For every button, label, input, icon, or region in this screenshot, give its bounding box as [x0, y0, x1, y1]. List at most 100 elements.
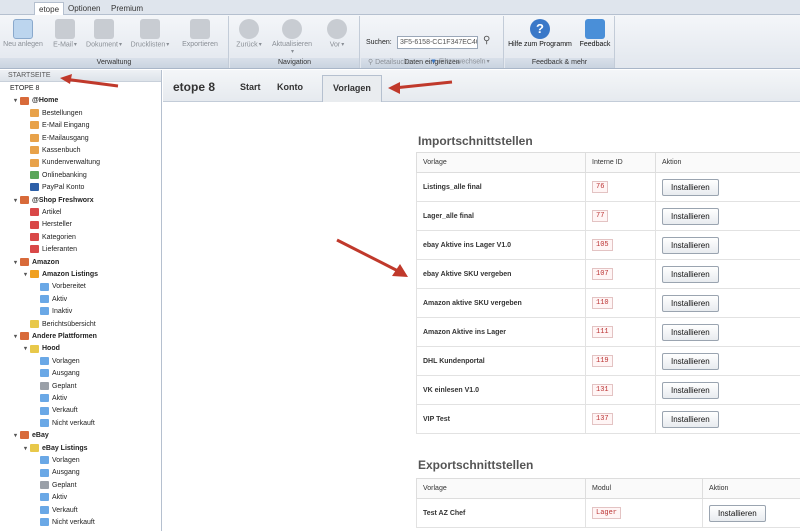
aktion-cell: Installieren: [655, 172, 800, 202]
sidebar-item[interactable]: Ausgang: [34, 467, 80, 479]
drucklisten-label: Drucklisten: [130, 41, 166, 49]
sidebar-tree: STARTSEITE ETOPE 8 ▾ @Home Bestellungen E-Ma…: [0, 70, 162, 531]
sidebar-item[interactable]: Aktiv: [34, 393, 67, 405]
search-input[interactable]: 3F5-6158-CC1F347EC400: [397, 36, 478, 49]
installieren-button[interactable]: Installieren: [662, 207, 719, 225]
zurueck-button[interactable]: Zurück▾: [232, 19, 266, 48]
sidebar-item[interactable]: Inaktiv: [34, 306, 72, 318]
exportieren-button[interactable]: Exportieren: [178, 19, 222, 48]
shop-icon: [30, 220, 39, 229]
table-row: VIP Test 137 Installieren: [416, 404, 800, 434]
feedback-button[interactable]: Feedback: [577, 19, 613, 48]
paypal-icon: [30, 183, 39, 192]
folder-icon: [40, 456, 49, 465]
sidebar-item[interactable]: Aktiv: [34, 492, 67, 504]
sidebar-item[interactable]: ▾ Andere Plattformen: [14, 331, 97, 343]
sidebar-item[interactable]: Vorlagen: [34, 455, 80, 467]
sidebar-item[interactable]: Berichtsübersicht: [24, 319, 96, 331]
sidebar-item[interactable]: ▾ @Home: [14, 95, 58, 107]
id-cell: 105: [585, 230, 656, 260]
column-header-vorlage: Vorlage: [416, 152, 586, 173]
aktualisieren-button[interactable]: Aktualisieren▾: [270, 19, 314, 55]
listing-icon: [30, 443, 39, 452]
sidebar-item[interactable]: ▾ Amazon: [14, 257, 59, 269]
sidebar-item[interactable]: Geplant: [34, 480, 77, 492]
installieren-button[interactable]: Installieren: [709, 504, 766, 522]
vorlage-cell: Amazon Aktive ins Lager: [416, 317, 586, 347]
ribbon-tab-etope[interactable]: etope: [34, 2, 65, 16]
ribbon-tab-optionen[interactable]: Optionen: [64, 2, 104, 15]
sidebar-item[interactable]: Bestellungen: [24, 108, 82, 120]
sidebar-item[interactable]: ▾ @Shop Freshworx: [14, 195, 94, 207]
sidebar-item-label: Ausgang: [52, 469, 80, 477]
column-header-modul: Modul: [585, 478, 703, 499]
neu-anlegen-button[interactable]: Neu anlegen: [2, 19, 44, 48]
tab-start[interactable]: Start: [240, 82, 261, 92]
house-icon: [20, 195, 29, 204]
sidebar-item-label: Ausgang: [52, 370, 80, 378]
sidebar-item[interactable]: Hersteller: [24, 219, 72, 231]
dokument-button[interactable]: Dokument▾: [85, 19, 123, 48]
sidebar-item[interactable]: PayPal Konto: [24, 182, 84, 194]
sidebar-item-label: Amazon: [32, 258, 60, 266]
annotation-arrow-vorlagen: [388, 80, 453, 94]
hilfe-button[interactable]: ? Hilfe zum Programm: [507, 19, 573, 48]
sidebar-item-label: Verkauft: [52, 506, 78, 514]
speech-bubble-icon: [585, 19, 605, 39]
sidebar-item-label: Verkauft: [52, 407, 78, 415]
vor-label: Vor: [329, 41, 341, 49]
sidebar-item[interactable]: ▾ eBay Listings: [24, 443, 88, 455]
sidebar-item[interactable]: Onlinebanking: [24, 170, 87, 182]
sidebar-item-label: Onlinebanking: [42, 171, 87, 179]
filter-wechseln-button[interactable]: ▼ Filter wechseln▾: [430, 58, 490, 65]
sidebar-item-label: Nicht verkauft: [52, 519, 95, 526]
installieren-button[interactable]: Installieren: [662, 294, 719, 312]
vor-button[interactable]: Vor▾: [320, 19, 354, 48]
installieren-button[interactable]: Installieren: [662, 410, 719, 428]
sidebar-item[interactable]: Kassenbuch: [24, 145, 81, 157]
sidebar-item[interactable]: Kundenverwaltung: [24, 157, 100, 169]
sidebar-item[interactable]: ▾ Hood: [24, 343, 60, 355]
column-header-aktion: Aktion: [655, 152, 800, 173]
listing-icon: [30, 344, 39, 353]
import-table: Vorlage Interne ID Aktion Listings_alle …: [416, 152, 800, 434]
detailsuche-button[interactable]: ⚲ Detailsuche: [368, 58, 412, 66]
sidebar-item[interactable]: Geplant: [34, 381, 77, 393]
column-header-interne-id: Interne ID: [585, 152, 656, 173]
drucklisten-button[interactable]: Drucklisten▾: [130, 19, 170, 48]
installieren-button[interactable]: Installieren: [662, 381, 719, 399]
installieren-button[interactable]: Installieren: [662, 236, 719, 254]
interne-id-badge: 77: [592, 210, 609, 222]
sidebar-item[interactable]: ETOPE 8: [4, 83, 39, 95]
sidebar-item[interactable]: Kategorien: [24, 232, 76, 244]
installieren-button[interactable]: Installieren: [662, 352, 719, 370]
sidebar-item[interactable]: Vorlagen: [34, 356, 80, 368]
installieren-button[interactable]: Installieren: [662, 178, 719, 196]
sidebar-item[interactable]: Ausgang: [34, 368, 80, 380]
sidebar-item[interactable]: ▾ eBay: [14, 430, 49, 442]
sidebar-item[interactable]: E-Mailausgang: [24, 133, 89, 145]
sidebar-item[interactable]: Lieferanten: [24, 244, 77, 256]
tab-vorlagen[interactable]: Vorlagen: [322, 75, 382, 102]
email-button[interactable]: E-Mail▾: [50, 19, 80, 48]
aktion-cell: Installieren: [655, 346, 800, 376]
ribbon-tab-bar: etope Optionen Premium: [0, 0, 800, 16]
folder-icon: [40, 282, 49, 291]
sidebar-item[interactable]: Aktiv: [34, 294, 67, 306]
sidebar-item[interactable]: Vorbereitet: [34, 281, 86, 293]
sidebar-item[interactable]: E-Mail Eingang: [24, 120, 89, 132]
sidebar-item[interactable]: Nicht verkauft: [34, 517, 95, 529]
sidebar-item[interactable]: ▾ Amazon Listings: [24, 269, 98, 281]
installieren-button[interactable]: Installieren: [662, 265, 719, 283]
sidebar-item[interactable]: Verkauft: [34, 505, 78, 517]
sidebar-item[interactable]: Verkauft: [34, 405, 78, 417]
sidebar-item-label: Amazon Listings: [42, 271, 99, 278]
ribbon-tab-premium[interactable]: Premium: [107, 2, 147, 15]
sidebar-item[interactable]: Nicht verkauft: [34, 418, 95, 430]
search-icon[interactable]: ⚲: [483, 35, 495, 47]
installieren-button[interactable]: Installieren: [662, 323, 719, 341]
tab-konto[interactable]: Konto: [277, 82, 303, 92]
folder-icon: [40, 294, 49, 303]
sidebar-item-label: Kategorien: [42, 233, 76, 241]
sidebar-item[interactable]: Artikel: [24, 207, 61, 219]
